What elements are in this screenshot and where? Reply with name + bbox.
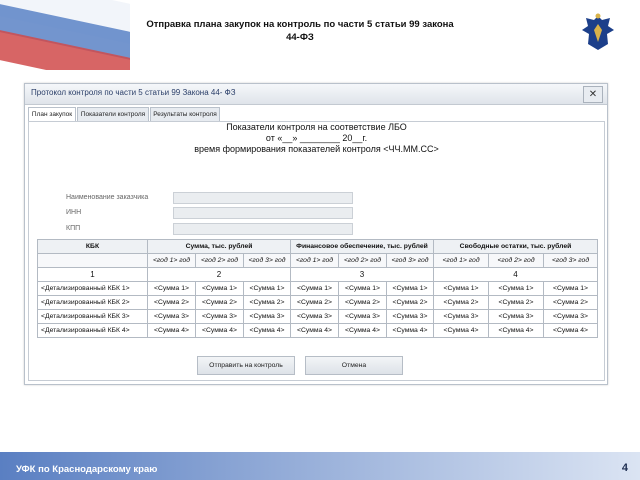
tab-indicators[interactable]: Показатели контроля — [77, 107, 149, 121]
column-subheader: <год 3> год — [243, 253, 291, 268]
table-row[interactable]: <Детализированный КБК 1> <Сумма 1> <Сумм… — [37, 281, 599, 296]
sum-cell: <Сумма 2> — [338, 295, 387, 310]
sum-cell: <Сумма 3> — [433, 309, 490, 324]
sum-cell: <Сумма 2> — [243, 295, 291, 310]
sum-cell: <Сумма 3> — [338, 309, 387, 324]
sum-cell: <Сумма 1> — [338, 281, 387, 296]
customer-name-field[interactable] — [173, 192, 353, 204]
column-header: Сумма, тыс. рублей — [147, 239, 291, 254]
sum-cell: <Сумма 2> — [488, 295, 545, 310]
column-header: Финансовое обеспечение, тыс. рублей — [289, 239, 435, 254]
window-title: Протокол контроля по части 5 статьи 99 З… — [31, 88, 236, 97]
inn-field[interactable] — [173, 207, 353, 219]
table-header-row: КБК Сумма, тыс. рублей Финансовое обеспе… — [37, 239, 599, 254]
sum-cell: <Сумма 4> — [338, 323, 387, 338]
page-number: 4 — [621, 462, 628, 474]
coat-of-arms-icon — [582, 13, 614, 50]
sum-cell: <Сумма 3> — [385, 309, 435, 324]
sum-cell: <Сумма 1> — [543, 281, 599, 296]
sum-cell: <Сумма 1> — [433, 281, 490, 296]
column-subheader — [37, 253, 148, 268]
table-number-row: 1 2 3 4 — [37, 267, 599, 282]
table-row[interactable]: <Детализированный КБК 4> <Сумма 4> <Сумм… — [37, 323, 599, 338]
window-titlebar: Протокол контроля по части 5 статьи 99 З… — [25, 84, 607, 105]
column-subheader: <год 3> год — [385, 253, 435, 268]
panel-time: время формирования показателей контроля … — [194, 144, 439, 154]
sum-cell: <Сумма 3> — [195, 309, 244, 324]
send-to-control-button[interactable]: Отправить на контроль — [197, 356, 295, 375]
kpp-label: КПП — [66, 225, 81, 232]
sum-cell: <Сумма 3> — [543, 309, 599, 324]
customer-name-label: Наименование заказчика — [66, 194, 149, 201]
column-subheader: <год 2> год — [488, 253, 545, 268]
panel-date: от «__» ________ 20__г. — [265, 133, 368, 143]
sum-cell: <Сумма 4> — [385, 323, 435, 338]
column-number: 1 — [37, 267, 148, 282]
protocol-window: Протокол контроля по части 5 статьи 99 З… — [24, 83, 608, 385]
sum-cell: <Сумма 1> — [488, 281, 545, 296]
column-subheader: <год 1> год — [433, 253, 490, 268]
sum-cell: <Сумма 3> — [488, 309, 545, 324]
table-row[interactable]: <Детализированный КБК 2> <Сумма 2> <Сумм… — [37, 295, 599, 310]
sum-cell: <Сумма 2> — [543, 295, 599, 310]
column-subheader: <год 2> год — [338, 253, 387, 268]
slide-title: Отправка плана закупок на контроль по ча… — [146, 19, 454, 43]
sum-cell: <Сумма 4> — [147, 323, 196, 338]
table-row[interactable]: <Детализированный КБК 3> <Сумма 3> <Сумм… — [37, 309, 599, 324]
sum-cell: <Сумма 2> — [433, 295, 490, 310]
sum-cell: <Сумма 2> — [147, 295, 196, 310]
column-subheader: <год 2> год — [195, 253, 244, 268]
tab-results[interactable]: Результаты контроля — [150, 107, 220, 121]
column-header: Свободные остатки, тыс. рублей — [433, 239, 599, 254]
sum-cell: <Сумма 1> — [195, 281, 244, 296]
kbk-cell: <Детализированный КБК 1> — [37, 281, 148, 296]
column-header: КБК — [37, 239, 148, 254]
footer-text: УФК по Краснодарскому краю — [16, 464, 158, 475]
kpp-field[interactable] — [173, 223, 353, 235]
sum-cell: <Сумма 2> — [290, 295, 339, 310]
kbk-cell: <Детализированный КБК 4> — [37, 323, 148, 338]
sum-cell: <Сумма 3> — [243, 309, 291, 324]
cancel-button[interactable]: Отмена — [305, 356, 403, 375]
sum-cell: <Сумма 1> — [243, 281, 291, 296]
sum-cell: <Сумма 2> — [385, 295, 435, 310]
sum-cell: <Сумма 2> — [195, 295, 244, 310]
sum-cell: <Сумма 4> — [433, 323, 490, 338]
close-button[interactable]: ✕ — [583, 86, 603, 103]
sum-cell: <Сумма 1> — [385, 281, 435, 296]
kbk-cell: <Детализированный КБК 2> — [37, 295, 148, 310]
sum-cell: <Сумма 1> — [147, 281, 196, 296]
indicators-table: КБК Сумма, тыс. рублей Финансовое обеспе… — [37, 239, 599, 338]
sum-cell: <Сумма 3> — [147, 309, 196, 324]
column-number: 3 — [289, 267, 435, 282]
russian-flag-decoration — [0, 0, 130, 70]
column-subheader: <год 1> год — [147, 253, 196, 268]
column-subheader: <год 3> год — [543, 253, 599, 268]
sum-cell: <Сумма 4> — [543, 323, 599, 338]
column-subheader: <год 1> год — [290, 253, 339, 268]
kbk-cell: <Детализированный КБК 3> — [37, 309, 148, 324]
sum-cell: <Сумма 4> — [195, 323, 244, 338]
inn-label: ИНН — [66, 209, 82, 216]
column-number: 4 — [433, 267, 599, 282]
table-subheader-row: <год 1> год <год 2> год <год 3> год <год… — [37, 253, 599, 268]
close-icon: ✕ — [588, 89, 598, 100]
sum-cell: <Сумма 4> — [290, 323, 339, 338]
sum-cell: <Сумма 1> — [290, 281, 339, 296]
sum-cell: <Сумма 4> — [488, 323, 545, 338]
column-number: 2 — [147, 267, 291, 282]
tab-plan[interactable]: План закупок — [28, 107, 76, 122]
sum-cell: <Сумма 4> — [243, 323, 291, 338]
tab-panel: Показатели контроля на соответствие ЛБО … — [28, 121, 605, 381]
sum-cell: <Сумма 3> — [290, 309, 339, 324]
slide-footer: УФК по Краснодарскому краю 4 — [0, 452, 640, 480]
panel-heading: Показатели контроля на соответствие ЛБО — [226, 122, 407, 132]
